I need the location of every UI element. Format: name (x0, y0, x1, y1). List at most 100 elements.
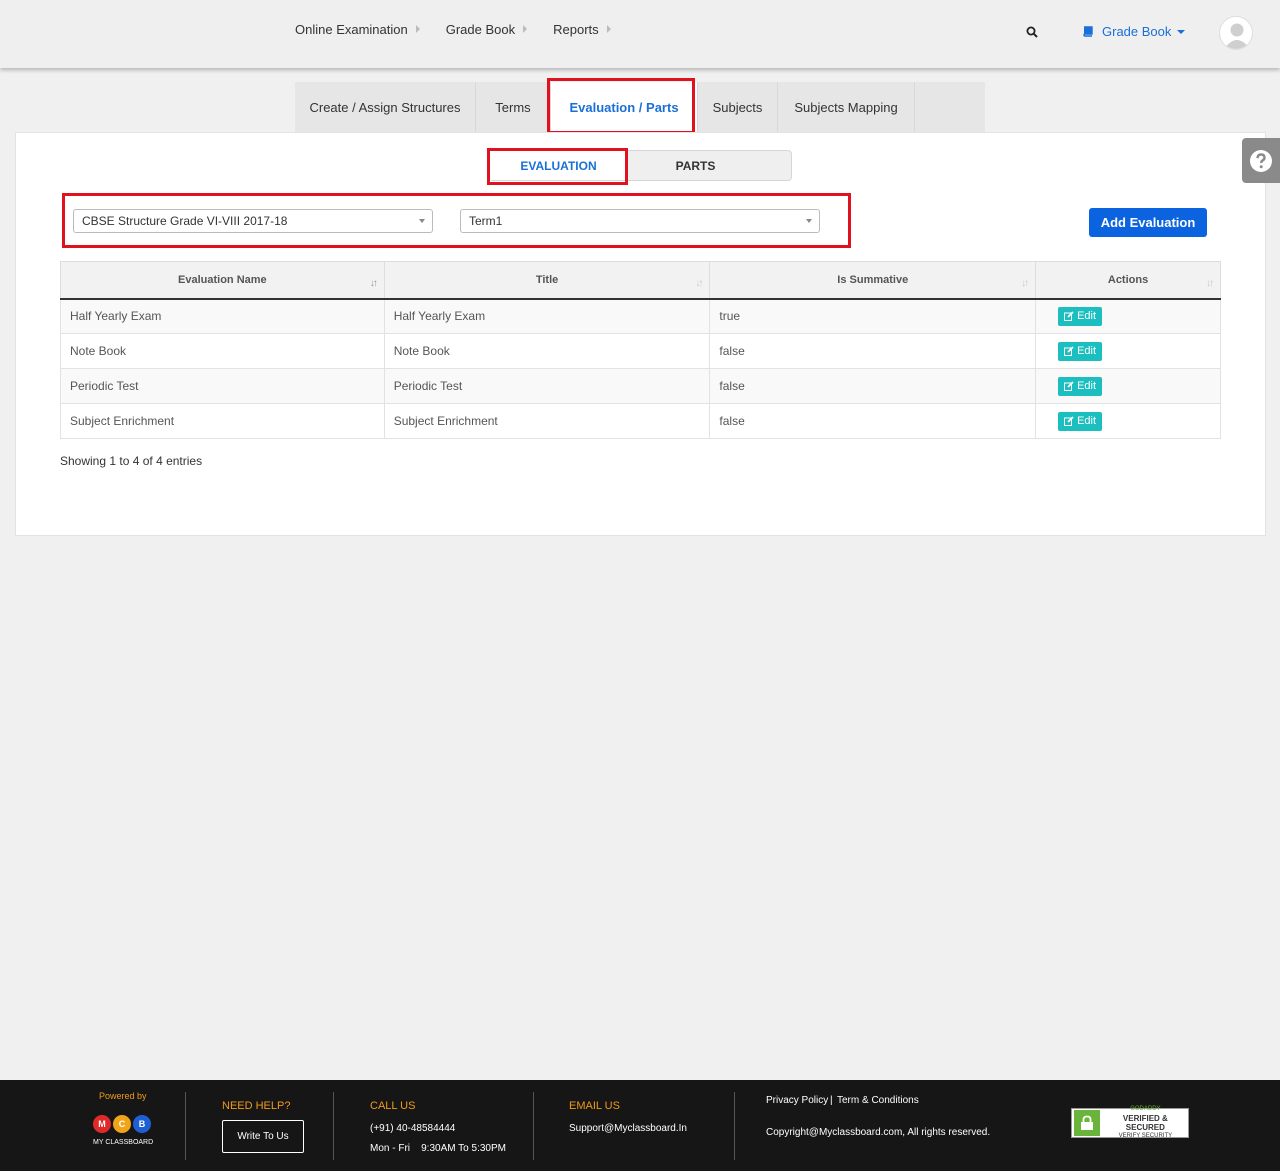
term-select-value: Term1 (469, 214, 503, 228)
column-header-label: Title (535, 273, 559, 286)
footer-divider (185, 1092, 186, 1160)
toggle-evaluation[interactable]: EVALUATION (490, 151, 627, 180)
table-info: Showing 1 to 4 of 4 entries (60, 454, 203, 468)
chevron-down-icon (1177, 29, 1186, 34)
edit-button[interactable]: Edit (1058, 341, 1103, 361)
table-header-row: Evaluation Name ↓↑ Title ↓↑ Is Summative ↓↑… (60, 261, 1221, 300)
tab-label: Terms (495, 99, 531, 115)
phone-number: (+91) 40-48584444 (370, 1123, 456, 1134)
edit-button-label: Edit (1077, 380, 1097, 392)
tab-subjects-mapping[interactable]: Subjects Mapping (778, 82, 915, 132)
column-header-evaluation-name[interactable]: Evaluation Name ↓↑ (60, 261, 385, 300)
toggle-label: PARTS (675, 158, 716, 173)
sort-icon[interactable]: ↓↑ (1206, 278, 1214, 289)
nav-label: Online Examination (295, 21, 408, 37)
column-header-title[interactable]: Title ↓↑ (383, 261, 711, 300)
edit-icon (1064, 311, 1074, 322)
main-tabs: Create / Assign Structures Terms Evaluat… (295, 82, 985, 132)
dropdown-arrow-icon (419, 219, 425, 223)
nav-online-examination[interactable]: Online Examination (295, 22, 420, 37)
nav-label: Grade Book (445, 21, 516, 37)
top-nav-menu: Online Examination Grade Book Reports (295, 0, 637, 58)
evaluations-table: Evaluation Name ↓↑ Title ↓↑ Is Summative ↓↑… (60, 261, 1221, 439)
terms-conditions-link[interactable]: Term & Conditions (837, 1095, 919, 1106)
cell-title: Periodic Test (383, 368, 711, 404)
godaddy-seal[interactable]: GODADDY VERIFIED & SECURED VERIFY SECURI… (1071, 1106, 1189, 1139)
nav-label: Reports (553, 21, 599, 37)
office-hours: Mon - Fri 9:30AM To 5:30PM (370, 1143, 506, 1154)
tab-label: Subjects Mapping (794, 99, 898, 115)
tab-label: Evaluation / Parts (569, 99, 679, 115)
cell-actions: Edit (1035, 333, 1221, 369)
toggle-parts[interactable]: PARTS (627, 151, 764, 180)
cell-evaluation-name: Half Yearly Exam (60, 298, 385, 334)
edit-icon (1064, 416, 1074, 426)
cell-title: Half Yearly Exam (383, 298, 711, 334)
avatar[interactable] (1219, 16, 1253, 50)
edit-button[interactable]: Edit (1058, 376, 1103, 396)
toggle-label: EVALUATION (520, 158, 597, 173)
tab-spacer (915, 82, 985, 132)
logo-letter: M (93, 1115, 111, 1133)
caret-right-icon (606, 25, 611, 33)
seal-title: VERIFIED & SECURED (1122, 1114, 1168, 1132)
nav-reports[interactable]: Reports (553, 22, 611, 37)
column-header-label: Evaluation Name (178, 273, 267, 286)
edit-button-label: Edit (1077, 310, 1097, 323)
sort-icon[interactable]: ↓↑ (1021, 278, 1029, 289)
logo-caption: MY CLASSBOARD (93, 1139, 154, 1146)
sort-ascending-icon[interactable]: ↓↑ (370, 278, 378, 289)
tab-create-assign-structures[interactable]: Create / Assign Structures (295, 82, 476, 132)
footer-divider (333, 1092, 334, 1160)
nav-grade-book[interactable]: Grade Book (445, 21, 528, 37)
logo-letter: B (133, 1115, 151, 1133)
edit-button[interactable]: Edit (1058, 411, 1103, 431)
cell-is-summative: false (709, 403, 1037, 439)
write-to-us-button[interactable]: Write To Us (222, 1120, 304, 1153)
caret-right-icon (523, 25, 528, 33)
call-us-heading: CALL US (370, 1100, 416, 1112)
seal-brand: GODADDY (1130, 1106, 1161, 1112)
footer-divider (734, 1092, 735, 1160)
tab-terms[interactable]: Terms (476, 82, 551, 132)
write-to-us-label: Write To Us (237, 1131, 289, 1142)
edit-button[interactable]: Edit (1058, 306, 1103, 326)
support-email-link[interactable]: Support@Myclassboard.In (569, 1123, 687, 1134)
edit-button-label: Edit (1077, 345, 1097, 357)
module-dropdown-label: Grade Book (1102, 24, 1172, 39)
footer-divider (533, 1092, 534, 1160)
table-row: Subject Enrichment Subject Enrichment fa… (60, 403, 1221, 439)
cell-is-summative: false (709, 368, 1037, 404)
search-icon[interactable] (1026, 26, 1038, 38)
tab-subjects[interactable]: Subjects (698, 82, 778, 132)
cell-is-summative: true (709, 298, 1037, 334)
help-button[interactable] (1242, 138, 1280, 183)
powered-by-label: Powered by (99, 1091, 147, 1101)
cell-actions: Edit (1035, 403, 1221, 439)
edit-icon (1064, 346, 1074, 356)
structure-select-value: CBSE Structure Grade VI-VIII 2017-18 (82, 214, 288, 228)
cell-evaluation-name: Periodic Test (60, 368, 385, 404)
cell-title: Note Book (383, 333, 711, 369)
need-help-heading: NEED HELP? (222, 1100, 291, 1112)
edit-button-label: Edit (1077, 415, 1097, 427)
tab-evaluation-parts[interactable]: Evaluation / Parts (551, 82, 698, 132)
mcb-logo: M C B (93, 1115, 153, 1133)
caret-right-icon (415, 25, 420, 33)
term-select[interactable]: Term1 (460, 209, 820, 233)
cell-is-summative: false (709, 333, 1037, 369)
evaluation-parts-toggle: EVALUATION PARTS (489, 150, 792, 181)
structure-select[interactable]: CBSE Structure Grade VI-VIII 2017-18 (73, 209, 433, 233)
footer-link-separator: | (830, 1095, 833, 1106)
cell-title: Subject Enrichment (383, 403, 711, 439)
sort-icon[interactable]: ↓↑ (695, 278, 703, 289)
column-header-actions[interactable]: Actions ↓↑ (1035, 261, 1221, 300)
seal-subtitle: VERIFY SECURITY (1118, 1133, 1173, 1139)
column-header-is-summative[interactable]: Is Summative ↓↑ (709, 261, 1037, 300)
table-row: Periodic Test Periodic Test false Edit (60, 368, 1221, 404)
module-dropdown[interactable]: Grade Book (1082, 24, 1186, 39)
add-evaluation-button[interactable]: Add Evaluation (1089, 208, 1207, 237)
cell-actions: Edit (1035, 368, 1221, 404)
privacy-policy-link[interactable]: Privacy Policy (766, 1095, 828, 1106)
question-icon (1250, 149, 1272, 172)
